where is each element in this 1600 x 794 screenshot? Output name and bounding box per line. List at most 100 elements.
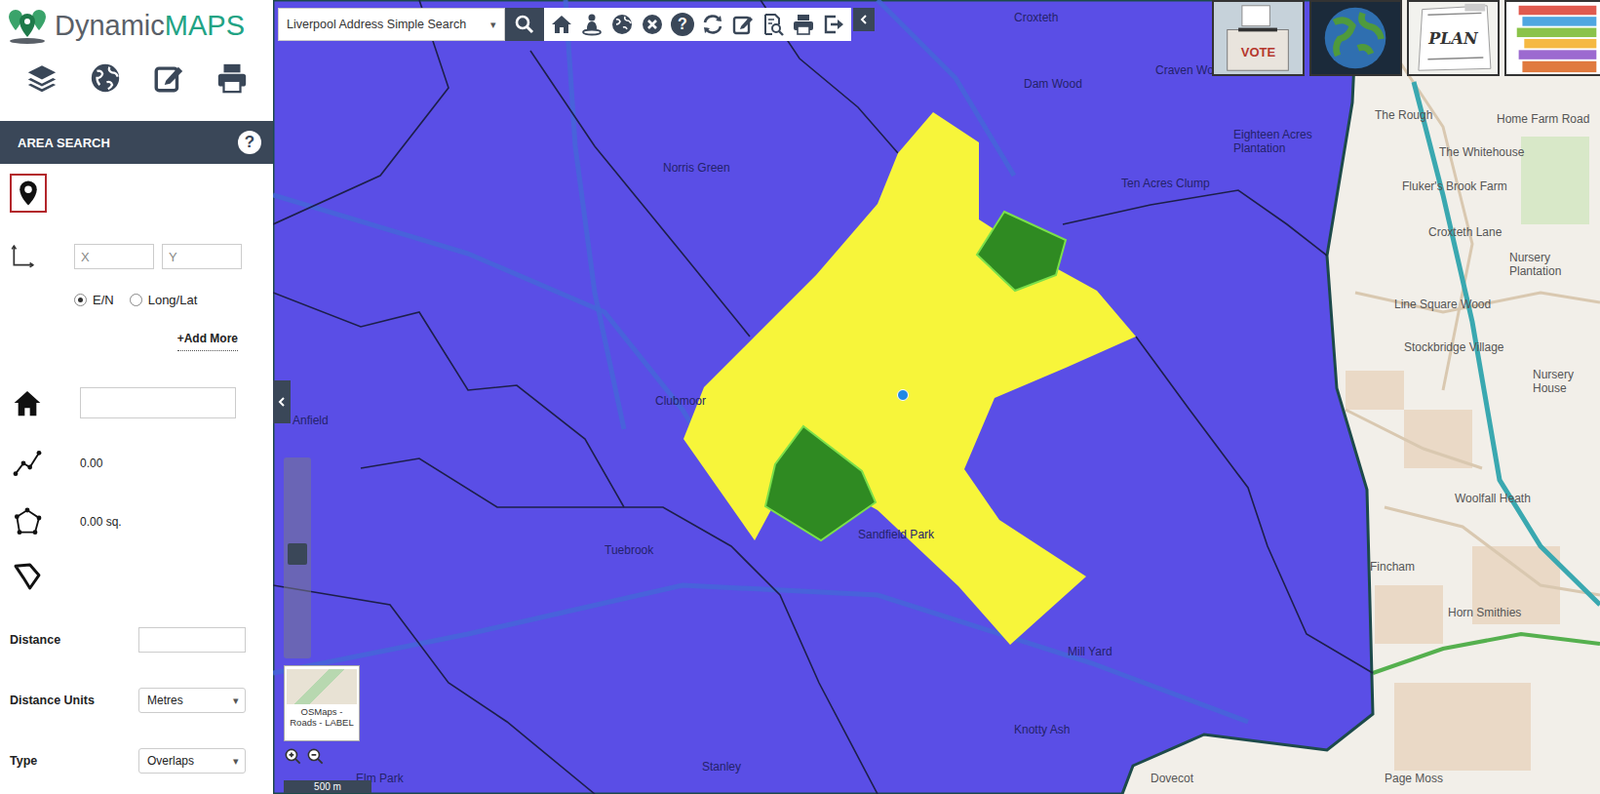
point-tool-row bbox=[0, 171, 274, 215]
toolbar-collapse-button[interactable] bbox=[853, 7, 875, 32]
coordinate-mode-option[interactable]: E/N bbox=[74, 292, 115, 308]
radio-label: E/N bbox=[92, 292, 115, 308]
zoom-in-icon[interactable] bbox=[283, 746, 303, 766]
globe-icon[interactable] bbox=[610, 12, 634, 37]
zoom-buttons bbox=[283, 746, 325, 766]
report-icon[interactable] bbox=[761, 12, 785, 37]
help-icon[interactable]: ? bbox=[670, 12, 695, 37]
place-label: Woolfall Heath bbox=[1454, 492, 1531, 507]
refresh-icon[interactable] bbox=[701, 12, 725, 37]
globe-icon bbox=[1311, 1, 1401, 75]
app-thumbnail[interactable] bbox=[1504, 0, 1600, 77]
length-value: 0.00 bbox=[79, 456, 103, 470]
place-label: Ten Acres Clump bbox=[1121, 177, 1210, 192]
chevron-left-icon bbox=[858, 13, 870, 26]
zoom-out-icon[interactable] bbox=[306, 746, 325, 766]
print-icon[interactable] bbox=[791, 12, 816, 37]
edit-icon[interactable] bbox=[152, 61, 186, 95]
place-label: Horn Smithies bbox=[1447, 606, 1522, 621]
clear-icon[interactable] bbox=[640, 12, 664, 37]
place-label: Fincham bbox=[1369, 560, 1415, 575]
place-label: Line Square Wood bbox=[1394, 298, 1491, 313]
coordinate-mode-option[interactable]: Long/Lat bbox=[129, 292, 198, 308]
brand-name: Dynamic bbox=[54, 11, 165, 40]
zoom-handle[interactable] bbox=[287, 543, 308, 565]
point-tool-button[interactable] bbox=[9, 173, 47, 213]
length-row: 0.00 bbox=[0, 446, 274, 480]
y-input[interactable] bbox=[161, 243, 242, 270]
place-label: Nursery House bbox=[1532, 368, 1594, 396]
field-input[interactable] bbox=[138, 626, 246, 653]
app-thumbnail[interactable] bbox=[1309, 0, 1403, 77]
app-launcher: VOTE PLAN bbox=[1211, 0, 1600, 77]
field-label: Type bbox=[9, 753, 139, 768]
place-label: Croxteth bbox=[1014, 11, 1058, 26]
place-label: The Rough bbox=[1374, 109, 1433, 123]
home-icon[interactable] bbox=[549, 12, 574, 37]
thumbnail-caption: VOTE bbox=[1213, 44, 1303, 60]
zoom-slider[interactable] bbox=[283, 457, 312, 659]
place-label: Mill Yard bbox=[1067, 645, 1113, 660]
basemap-preview bbox=[286, 668, 357, 704]
polygon-icon[interactable] bbox=[11, 560, 43, 592]
place-label: Eighteen Acres Plantation bbox=[1233, 128, 1341, 157]
select-value: Overlaps bbox=[147, 753, 195, 768]
area-search-header: AREA SEARCH? bbox=[0, 120, 274, 164]
select-value: Metres bbox=[147, 693, 184, 707]
tool-group: ? bbox=[544, 7, 852, 41]
place-label: Anfield bbox=[292, 414, 329, 429]
location-dot-icon bbox=[897, 390, 909, 401]
field-label: Distance bbox=[9, 632, 139, 647]
place-label: Croxteth Lane bbox=[1428, 226, 1502, 240]
place-label: Dovecot bbox=[1150, 772, 1194, 786]
field-select[interactable]: Overlaps ▾ bbox=[138, 747, 246, 774]
basemap-switcher[interactable]: OSMaps - Roads - LABEL bbox=[283, 664, 360, 742]
map-pin-icon bbox=[13, 177, 43, 209]
radio-label: Long/Lat bbox=[148, 292, 198, 308]
place-label: Stockbridge Village bbox=[1404, 341, 1505, 355]
form-field: Type Overlaps ▾ bbox=[0, 746, 274, 775]
line-measure-icon[interactable] bbox=[11, 447, 43, 479]
x-input[interactable] bbox=[74, 243, 155, 270]
search-layer-caret: ▾ bbox=[490, 18, 497, 32]
radio-button[interactable] bbox=[129, 293, 143, 307]
logo[interactable]: DynamicMAPS bbox=[0, 0, 274, 51]
radio-button[interactable] bbox=[74, 293, 87, 307]
place-label: Home Farm Road bbox=[1496, 113, 1590, 127]
place-label: Stanley bbox=[702, 760, 742, 775]
search-layer-select[interactable]: Liverpool Address Simple Search▾ bbox=[277, 7, 506, 41]
thumbnail-caption: PLAN bbox=[1408, 29, 1498, 48]
place-label: Tuebrook bbox=[604, 544, 654, 558]
address-row bbox=[0, 386, 274, 420]
add-more-link[interactable]: +Add More bbox=[177, 331, 238, 352]
place-label: Knotty Ash bbox=[1014, 723, 1070, 738]
globe-icon[interactable] bbox=[88, 61, 122, 95]
address-input[interactable] bbox=[79, 387, 236, 419]
app-thumbnail[interactable]: VOTE bbox=[1211, 0, 1305, 77]
app-thumbnail[interactable]: PLAN bbox=[1406, 0, 1500, 77]
print-icon[interactable] bbox=[215, 61, 249, 95]
sidebar-collapse-button[interactable] bbox=[273, 380, 291, 424]
brand-accent: MAPS bbox=[164, 11, 245, 40]
map-area[interactable] bbox=[765, 426, 876, 541]
basemap-label: OSMaps - Roads - LABEL bbox=[284, 703, 359, 731]
area-search-title: AREA SEARCH bbox=[17, 135, 111, 151]
select-caret: ▾ bbox=[233, 694, 239, 707]
field-select[interactable]: Metres ▾ bbox=[138, 687, 246, 713]
map-area[interactable] bbox=[976, 211, 1066, 291]
map[interactable]: CroxtethDam WoodCraven WoodNorris GreenT… bbox=[273, 0, 1600, 794]
place-label: Fluker's Brook Farm bbox=[1402, 180, 1508, 195]
coordinate-mode: E/N Long/Lat bbox=[0, 288, 274, 311]
area-row: 0.00 sq. bbox=[0, 505, 274, 539]
edit-icon[interactable] bbox=[731, 12, 755, 37]
user-location-icon[interactable] bbox=[580, 12, 604, 37]
ballot-box-icon bbox=[1213, 1, 1303, 75]
area-measure-icon[interactable] bbox=[11, 506, 43, 538]
map-area[interactable] bbox=[683, 112, 1136, 645]
polygon-row bbox=[0, 559, 274, 593]
layers-icon[interactable] bbox=[25, 61, 59, 95]
select-caret: ▾ bbox=[233, 754, 239, 768]
search-button[interactable] bbox=[505, 7, 545, 41]
logout-icon[interactable] bbox=[821, 12, 846, 37]
help-button[interactable]: ? bbox=[237, 130, 262, 155]
